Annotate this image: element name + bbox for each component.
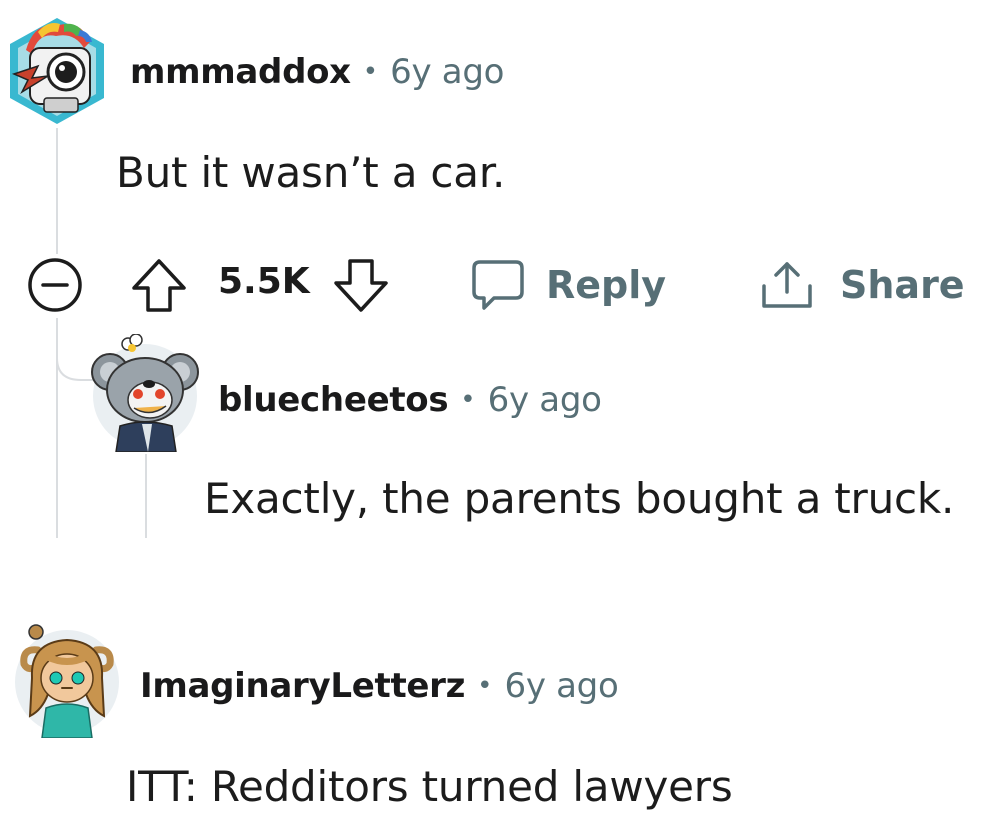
koala-avatar-icon[interactable] <box>90 334 200 452</box>
collapse-button[interactable] <box>26 256 84 314</box>
thread-line[interactable] <box>56 128 58 254</box>
speech-bubble-icon <box>472 260 524 310</box>
username-link[interactable]: bluecheetos <box>218 380 449 420</box>
comment-meta: bluecheetos • 6y ago <box>218 380 602 420</box>
share-label: Share <box>840 263 965 307</box>
upvote-button[interactable] <box>130 256 188 314</box>
comment-age[interactable]: 6y ago <box>504 666 618 706</box>
downvote-arrow-icon <box>334 259 388 312</box>
horned-girl-avatar-icon[interactable] <box>12 620 122 738</box>
reply-label: Reply <box>546 263 667 307</box>
comment-body: Exactly, the parents bought a truck. <box>204 474 955 523</box>
meta-separator: • <box>362 57 379 87</box>
comment-body: ITT: Redditors turned lawyers <box>126 762 733 811</box>
share-button[interactable]: Share <box>758 256 965 314</box>
comment-body: But it wasn’t a car. <box>116 148 506 197</box>
robot-avatar-icon[interactable] <box>4 14 110 128</box>
thread-line[interactable] <box>145 454 147 538</box>
comment-age[interactable]: 6y ago <box>488 380 602 420</box>
comment-meta: mmmaddox • 6y ago <box>130 52 504 92</box>
comment-action-bar: 5.5K Reply Share <box>26 250 976 320</box>
reply-button[interactable]: Reply <box>470 256 666 314</box>
comment-meta: ImaginaryLetterz • 6y ago <box>140 666 619 706</box>
meta-separator: • <box>477 671 493 701</box>
share-upload-icon <box>762 262 812 308</box>
collapse-minus-icon <box>28 258 82 312</box>
username-link[interactable]: ImaginaryLetterz <box>140 666 465 706</box>
comment-age[interactable]: 6y ago <box>390 52 504 92</box>
vote-score: 5.5K <box>218 261 310 302</box>
username-link[interactable]: mmmaddox <box>130 52 351 92</box>
upvote-arrow-icon <box>132 259 186 312</box>
meta-separator: • <box>460 385 476 415</box>
downvote-button[interactable] <box>332 256 390 314</box>
